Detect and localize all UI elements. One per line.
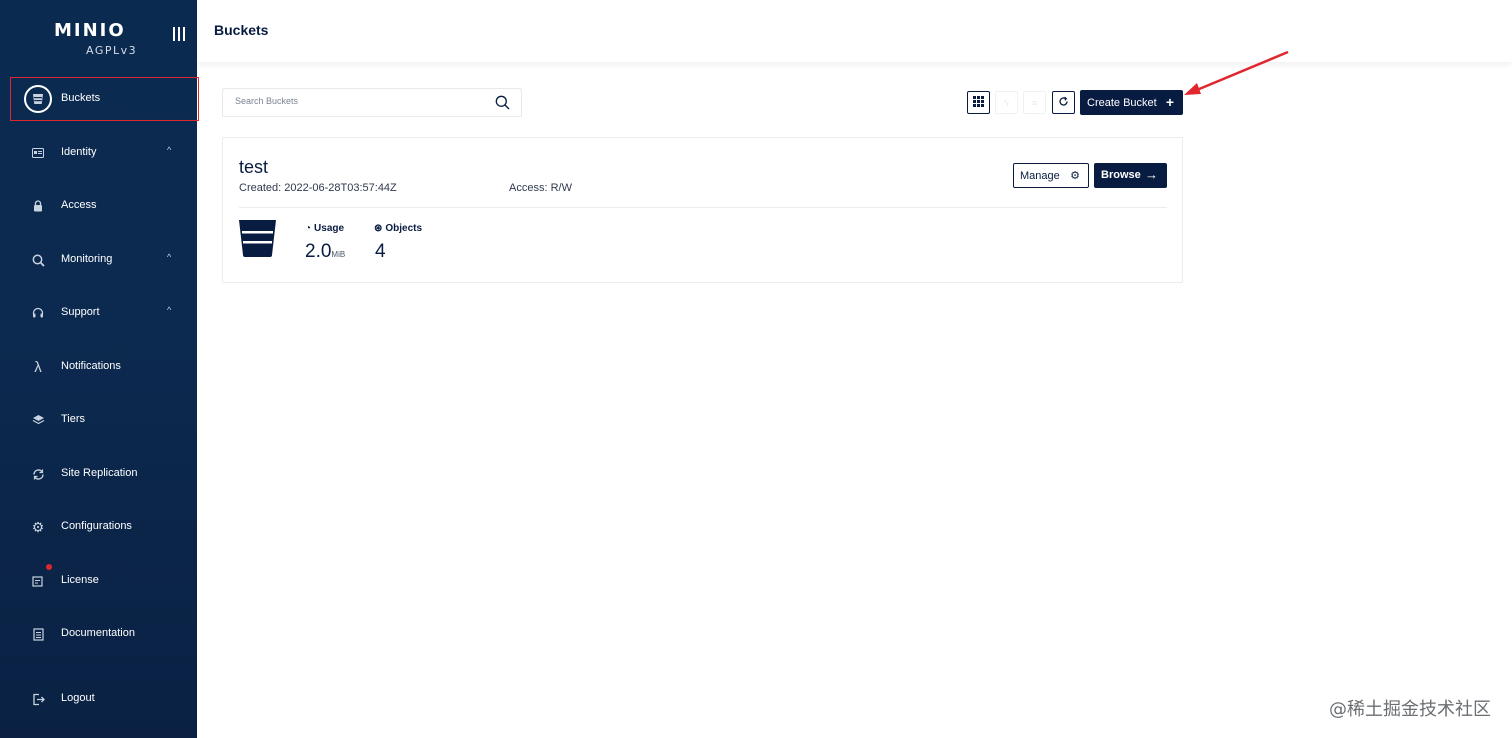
search-icon[interactable]: [495, 95, 510, 115]
sidebar-item-label: Tiers: [61, 413, 86, 425]
certificate-icon: [24, 567, 52, 595]
sidebar-item-access[interactable]: Access: [0, 184, 197, 228]
document-icon: [24, 620, 52, 648]
lock-icon: [24, 192, 52, 220]
pie-chart-icon: ◔: [305, 223, 312, 234]
manage-label: Manage: [1020, 170, 1060, 182]
chevron-up-icon[interactable]: ^: [167, 305, 171, 315]
sidebar-item-license[interactable]: License: [0, 559, 197, 603]
layers-icon: [24, 406, 52, 434]
usage-value: 2.0MiB: [305, 241, 346, 262]
create-bucket-button[interactable]: Create Bucket +: [1080, 90, 1183, 115]
usage-label: ◔ Usage: [305, 223, 345, 234]
bucket-access: Access: R/W: [509, 182, 572, 194]
set-lifecycle-button[interactable]: ϟ: [995, 91, 1018, 114]
chevron-up-icon[interactable]: ^: [167, 252, 171, 262]
sidebar-item-label: Access: [61, 199, 97, 211]
minio-logo[interactable]: MINIO AGPLv3: [54, 20, 144, 57]
bucket-name[interactable]: test: [239, 157, 268, 178]
sidebar-item-notifications[interactable]: λ Notifications: [0, 345, 197, 389]
create-bucket-label: Create Bucket: [1087, 96, 1157, 109]
sidebar-item-support[interactable]: Support ^: [0, 291, 197, 335]
sidebar-item-label: License: [61, 574, 99, 586]
bucket-icon: [239, 219, 276, 262]
collapse-menu-icon[interactable]: [173, 27, 185, 41]
sidebar-item-label: Notifications: [61, 360, 121, 372]
browse-label: Browse: [1101, 169, 1141, 181]
sync-icon: [24, 460, 52, 488]
logo-wordmark: MINIO: [54, 20, 126, 41]
search-input[interactable]: [235, 96, 485, 106]
bucket-card[interactable]: test Created: 2022-06-28T03:57:44Z Acces…: [222, 137, 1183, 283]
refresh-icon: [1058, 94, 1069, 112]
sidebar-item-label: Monitoring: [61, 253, 113, 265]
bucket-created-date: Created: 2022-06-28T03:57:44Z: [239, 182, 397, 194]
arrow-right-icon: →: [1145, 167, 1158, 182]
sidebar-item-site-replication[interactable]: Site Replication: [0, 452, 197, 496]
lifecycle-icon: ϟ: [1004, 97, 1009, 108]
objects-label: ⊛ Objects: [374, 223, 423, 234]
notification-badge: [46, 564, 52, 570]
gear-icon: ⚙: [31, 518, 45, 535]
annotation-arrow: [1184, 50, 1289, 95]
watermark: @稀土掘金技术社区: [1329, 699, 1491, 720]
browse-button[interactable]: Browse →: [1094, 163, 1167, 188]
grid-select-icon: [973, 94, 984, 112]
sidebar-item-label: Logout: [61, 692, 95, 704]
replication-icon: ≡: [1031, 97, 1038, 108]
lambda-icon: λ: [34, 358, 42, 376]
sidebar-item-label: Identity: [61, 146, 97, 158]
search-box[interactable]: [222, 88, 522, 117]
sidebar-item-tiers[interactable]: Tiers: [0, 398, 197, 442]
sidebar-item-logout[interactable]: Logout: [0, 677, 197, 721]
magnifier-icon: [24, 246, 52, 274]
sidebar-item-label: Configurations: [61, 520, 132, 532]
sidebar-item-configurations[interactable]: ⚙ Configurations: [0, 505, 197, 549]
sidebar: MINIO AGPLv3 Buckets Identity ^ Access M…: [0, 0, 199, 738]
sidebar-item-documentation[interactable]: Documentation: [0, 612, 197, 656]
id-card-icon: [24, 139, 52, 167]
sidebar-item-label: Documentation: [61, 627, 135, 639]
chevron-up-icon[interactable]: ^: [167, 145, 171, 155]
highlight-box: [10, 77, 199, 121]
license-tag: AGPLv3: [86, 44, 138, 57]
sidebar-item-identity[interactable]: Identity ^: [0, 131, 197, 175]
set-replication-button[interactable]: ≡: [1023, 91, 1046, 114]
card-divider: [239, 207, 1167, 208]
gear-icon: ⚙: [1070, 170, 1080, 182]
usage-unit: MiB: [331, 250, 346, 259]
plus-icon: +: [1165, 94, 1174, 110]
objects-icon: ⊛: [374, 223, 383, 234]
page-header: Buckets: [197, 0, 1512, 62]
sidebar-item-label: Site Replication: [61, 467, 138, 479]
objects-value: 4: [375, 241, 386, 262]
manage-button[interactable]: Manage ⚙: [1013, 163, 1089, 188]
sidebar-item-monitoring[interactable]: Monitoring ^: [0, 238, 197, 282]
sidebar-item-label: Support: [61, 306, 100, 318]
refresh-button[interactable]: [1052, 91, 1075, 114]
headset-icon: [24, 299, 52, 327]
page-title: Buckets: [214, 22, 269, 38]
select-multiple-button[interactable]: [967, 91, 990, 114]
logout-icon: [24, 685, 52, 713]
